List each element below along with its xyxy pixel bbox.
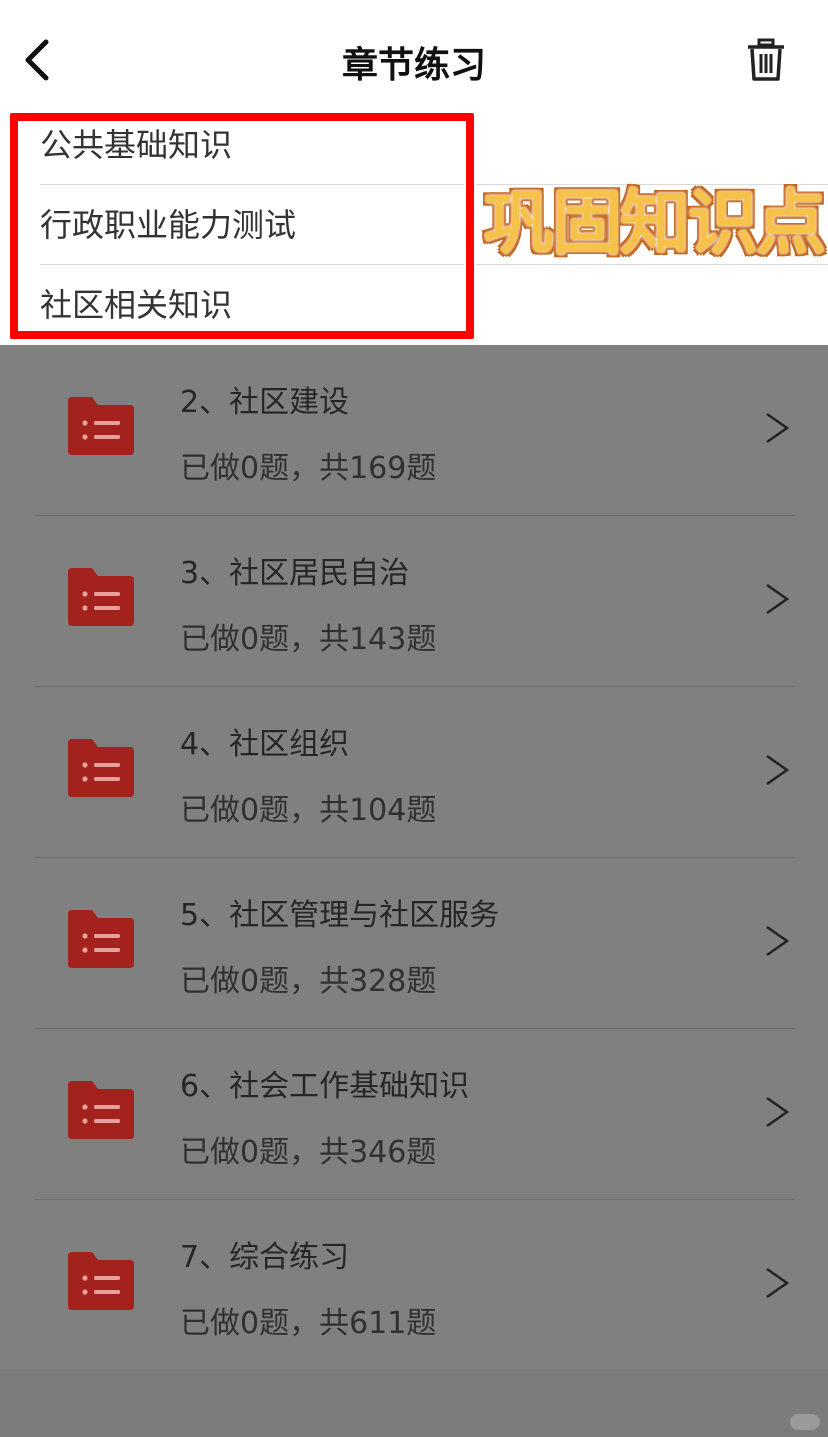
folder-list-icon — [68, 910, 134, 968]
list-item[interactable]: 3、社区居民自治 已做0题，共143题 — [0, 516, 828, 687]
highlight-box — [10, 113, 474, 339]
list-item[interactable]: 2、社区建设 已做0题，共169题 — [0, 345, 828, 516]
folder-list-icon — [68, 568, 134, 626]
chapter-progress: 已做0题，共169题 — [180, 451, 437, 486]
folder-list-icon — [68, 1252, 134, 1310]
folder-list-icon — [68, 397, 134, 455]
chevron-right-icon — [766, 925, 790, 957]
page-title: 章节练习 — [341, 45, 486, 86]
chapter-title: 5、社区管理与社区服务 — [180, 898, 500, 933]
folder-list-icon — [68, 739, 134, 797]
chapter-title: 2、社区建设 — [180, 385, 350, 420]
list-item[interactable]: 6、社会工作基础知识 已做0题，共346题 — [0, 1029, 828, 1200]
chapter-progress: 已做0题，共611题 — [180, 1306, 437, 1341]
chevron-right-icon — [766, 754, 790, 786]
chapter-progress: 已做0题，共328题 — [180, 964, 437, 999]
divider — [476, 264, 828, 265]
chevron-right-icon — [766, 412, 790, 444]
chapter-list: 2、社区建设 已做0题，共169题 3、社区居民自治 已做0题，共143题 4、… — [0, 345, 828, 1371]
list-item[interactable]: 4、社区组织 已做0题，共104题 — [0, 687, 828, 858]
chapter-title: 3、社区居民自治 — [180, 556, 410, 591]
chapter-progress: 已做0题，共346题 — [180, 1135, 437, 1170]
chevron-right-icon — [766, 1096, 790, 1128]
list-item[interactable]: 5、社区管理与社区服务 已做0题，共328题 — [0, 858, 828, 1029]
chevron-right-icon — [766, 1267, 790, 1299]
chapter-title: 4、社区组织 — [180, 727, 350, 762]
chapter-title: 7、综合练习 — [180, 1240, 350, 1275]
nav-bar: 章节练习 — [0, 0, 828, 106]
sticker-caption: 巩固知识点 — [484, 182, 826, 264]
trash-icon — [748, 38, 784, 81]
chapter-title: 6、社会工作基础知识 — [180, 1069, 470, 1104]
delete-button[interactable] — [744, 38, 788, 82]
folder-list-icon — [68, 1081, 134, 1139]
list-item[interactable]: 7、综合练习 已做0题，共611题 — [0, 1200, 828, 1371]
bottom-area — [0, 1369, 828, 1437]
chapter-progress: 已做0题，共104题 — [180, 793, 437, 828]
watermark-badge — [790, 1414, 820, 1430]
chapter-progress: 已做0题，共143题 — [180, 622, 437, 657]
chevron-right-icon — [766, 583, 790, 615]
